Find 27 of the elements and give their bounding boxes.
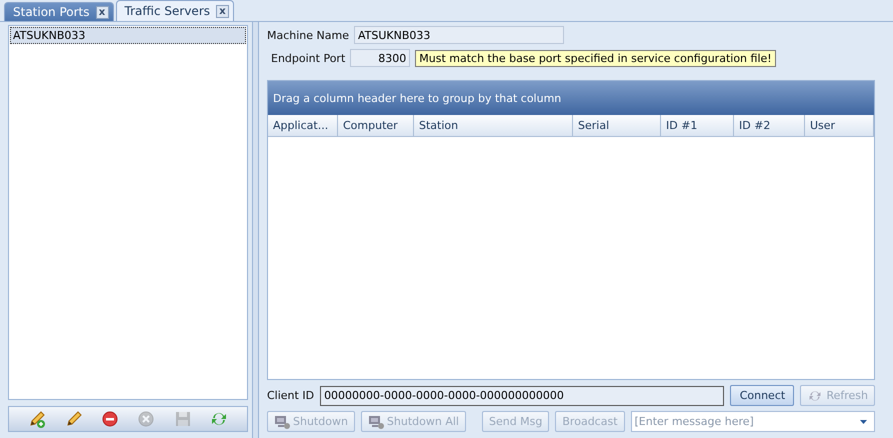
connect-button[interactable]: Connect — [730, 385, 794, 406]
endpoint-port-field[interactable]: 8300 — [350, 49, 410, 67]
tab[interactable]: Station Ports x — [4, 2, 114, 21]
column-header[interactable]: Serial — [573, 115, 661, 136]
close-button[interactable]: x — [96, 6, 109, 18]
machine-name-label: Machine Name — [267, 28, 349, 42]
column-header[interactable]: ID #2 — [734, 115, 805, 136]
message-combobox[interactable]: [Enter message here] — [630, 411, 875, 432]
group-panel: Drag a column header here to group by that column — [268, 81, 874, 115]
pencil-icon[interactable] — [64, 410, 83, 428]
tab[interactable]: Traffic Servers x — [116, 0, 234, 21]
endpoint-port-label: Endpoint Port — [270, 52, 346, 64]
column-header[interactable]: ID #1 — [661, 115, 734, 136]
close-button[interactable]: x — [216, 4, 230, 18]
add-pencil-icon[interactable] — [28, 410, 46, 428]
warning-note: Must match the base port specified in service configuration file! — [415, 50, 776, 66]
column-header[interactable]: Applicat... — [268, 115, 338, 136]
dropdown-caret-icon[interactable] — [860, 420, 867, 424]
minus-circle-icon[interactable] — [100, 410, 119, 428]
column-header[interactable]: Computer — [338, 115, 414, 136]
server-list-item[interactable]: ATSUKNB033 — [10, 27, 246, 44]
client-id-label: Client ID — [267, 389, 314, 402]
refresh-icon[interactable] — [210, 410, 228, 428]
column-header[interactable]: User — [805, 115, 874, 136]
column-header[interactable]: Station — [414, 115, 573, 136]
machine-name-field[interactable]: ATSUKNB033 — [354, 26, 564, 44]
client-id-field[interactable]: 00000000-0000-0000-0000-000000000000 — [320, 386, 724, 406]
